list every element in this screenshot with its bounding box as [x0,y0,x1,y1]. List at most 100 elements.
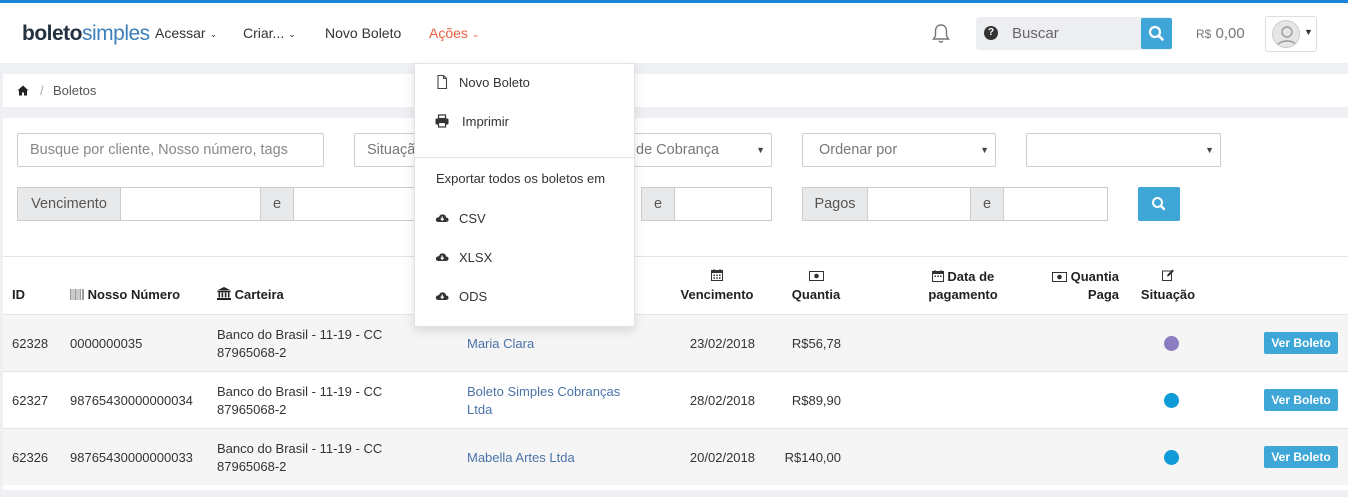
calendar-icon [931,270,944,282]
menu-item-novo-boleto-label: Novo Boleto [459,75,530,90]
help-icon[interactable]: ? [984,26,998,40]
col-data-pagamento[interactable]: Data de pagamento [917,268,1009,304]
row-carteira: Banco do Brasil - 11-19 - CC 87965068-2 [217,440,382,476]
user-menu-button[interactable]: ▼ [1265,16,1317,52]
chevron-down-icon: ⌄ [288,29,296,39]
row-carteira-line-1: Banco do Brasil - 11-19 - CC [217,327,383,342]
row-nosso-numero: 98765430000000034 [70,393,193,408]
row-quantia: R$56,78 [791,336,841,351]
cobranca-select-label: de Cobrança [636,142,720,158]
nav-criar-label: Criar... [243,25,285,41]
select-arrow-icon: ▼ [1205,145,1214,155]
col-nosso-numero[interactable]: Nosso Número [70,286,180,304]
bell-icon[interactable] [931,23,951,45]
row-carteira: Banco do Brasil - 11-19 - CC 87965068-2 [217,383,382,419]
pagos-e-label: e [982,196,992,212]
calendar-icon [711,269,723,281]
pagos-start-input[interactable] [867,187,971,221]
menu-item-imprimir[interactable]: Imprimir [415,106,634,136]
row-carteira-line-1: Banco do Brasil - 11-19 - CC [217,384,383,399]
ver-boleto-button[interactable]: Ver Boleto [1264,332,1338,354]
menu-item-csv[interactable]: CSV [415,203,634,233]
nav-acoes-label: Ações [429,25,468,41]
filter-search-button[interactable] [1138,187,1180,221]
money-icon [808,271,824,281]
row-cliente-link[interactable]: Maria Clara [467,335,534,353]
status-dot [1164,336,1179,351]
breadcrumb-separator: / [40,83,44,98]
search-input[interactable] [1004,17,1140,50]
row-cliente-line-1: Boleto Simples Cobranças [467,384,621,399]
row-cliente-line-1: Mabella Artes Ltda [467,450,575,465]
extra-select[interactable]: ▼ [1026,133,1221,167]
row-id: 62327 [12,393,49,408]
row-carteira-line-2: 87965068-2 [217,345,287,360]
col-vencimento-label: Vencimento [680,287,754,302]
vencimento-start-input[interactable] [120,187,261,221]
print-icon [435,114,449,128]
row-cliente-link[interactable]: Boleto Simples Cobranças Ltda [467,383,620,419]
vencimento-end-input[interactable] [293,187,423,221]
home-icon[interactable] [17,85,29,96]
col-id[interactable]: ID [12,286,25,304]
search-icon [1152,197,1166,211]
balance-amount: 0,00 [1215,25,1245,42]
nav-novo-boleto-label: Novo Boleto [325,25,402,41]
col-nosso-numero-label: Nosso Número [87,287,181,302]
pagos-end-input[interactable] [1003,187,1108,221]
col-quantia[interactable]: Quantia [786,268,846,304]
caret-down-icon: ▼ [1304,27,1313,37]
nav-novo-boleto[interactable]: Novo Boleto [325,25,401,41]
status-dot [1164,450,1179,465]
brand-logo[interactable]: boletosimples [22,22,150,46]
search-icon [1148,25,1164,41]
col-carteira[interactable]: Carteira [217,286,284,304]
col-quantia-paga[interactable]: Quantia Paga [1043,268,1119,304]
ordenar-select[interactable]: Ordenar por ▼ [802,133,996,167]
filter-search-input[interactable] [17,133,324,167]
row-cliente-line-2: Ltda [467,402,493,417]
row-vencimento: 28/02/2018 [689,393,755,408]
ver-boleto-button[interactable]: Ver Boleto [1264,446,1338,468]
row-quantia: R$89,90 [791,393,841,408]
status-dot [1164,393,1179,408]
nav-acoes[interactable]: Ações ⌄ [429,25,479,41]
col-quantia-label: Quantia [791,287,841,302]
col-situacao[interactable]: Situação [1137,268,1199,304]
row-cliente-link[interactable]: Mabella Artes Ltda [467,449,575,467]
second-end-input[interactable] [674,187,772,221]
row-carteira-line-1: Banco do Brasil - 11-19 - CC [217,441,383,456]
select-arrow-icon: ▼ [756,145,765,155]
brand-logo-light: simples [82,22,150,45]
menu-item-ods[interactable]: ODS [415,281,634,311]
second-e-addon: e [641,187,675,221]
col-id-label: ID [12,287,25,302]
menu-item-xlsx-label: XLSX [459,250,493,265]
user-icon [1276,26,1298,47]
search-button[interactable] [1141,18,1172,49]
row-cliente-line-1: Maria Clara [467,336,535,351]
col-vencimento[interactable]: Vencimento [675,268,759,304]
nav-acessar-label: Acessar [155,25,206,41]
nav-criar[interactable]: Criar... ⌄ [243,25,296,41]
menu-item-novo-boleto[interactable]: Novo Boleto [415,67,634,97]
row-nosso-numero: 98765430000000033 [70,450,193,465]
barcode-icon [70,289,84,300]
menu-item-xlsx[interactable]: XLSX [415,242,634,272]
vencimento-e-addon: e [260,187,294,221]
menu-item-ods-label: ODS [459,289,488,304]
bank-icon [217,287,231,300]
ver-boleto-button[interactable]: Ver Boleto [1264,389,1338,411]
vencimento-addon: Vencimento [17,187,121,221]
select-arrow-icon: ▼ [980,145,989,155]
breadcrumb: / Boletos [3,74,1348,107]
row-vencimento: 20/02/2018 [689,450,755,465]
nav-acessar[interactable]: Acessar ⌄ [155,25,217,41]
row-id: 62328 [12,336,49,351]
row-id: 62326 [12,450,49,465]
balance: R$ 0,00 [1196,25,1245,42]
cloud-download-icon [435,253,449,261]
row-carteira-line-2: 87965068-2 [217,459,287,474]
edit-icon [1162,269,1174,281]
col-situacao-label: Situação [1140,287,1196,302]
